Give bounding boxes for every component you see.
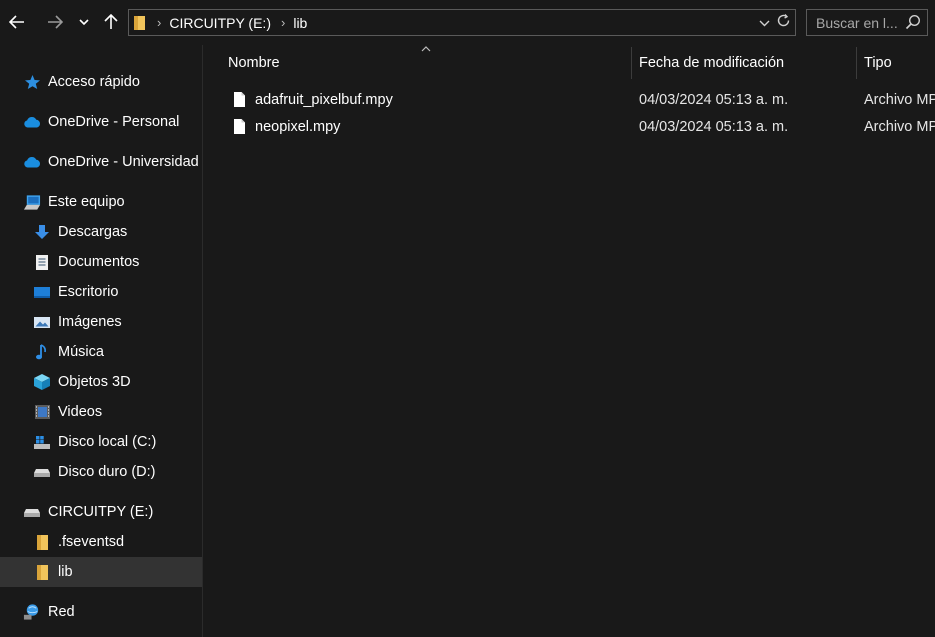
refresh-icon xyxy=(777,13,790,26)
sidebar-item-fseventsd[interactable]: .fseventsd xyxy=(0,527,202,557)
sidebar-item-label: Escritorio xyxy=(58,284,119,300)
computer-icon xyxy=(23,193,41,211)
drive-icon xyxy=(23,503,41,521)
sidebar-item-label: lib xyxy=(58,564,73,580)
address-controls xyxy=(759,10,791,35)
sidebar-item-disco-local-c[interactable]: Disco local (C:) xyxy=(0,427,202,457)
recent-locations-button[interactable] xyxy=(76,8,92,36)
windows-drive-icon xyxy=(33,433,51,451)
column-header-label: Tipo xyxy=(864,55,892,71)
table-row[interactable]: adafruit_pixelbuf.mpy 04/03/2024 05:13 a… xyxy=(203,87,935,114)
sidebar-item-imagenes[interactable]: Imágenes xyxy=(0,307,202,337)
file-list: Nombre Fecha de modificación Tipo adafru… xyxy=(203,45,935,637)
column-header-label: Nombre xyxy=(228,55,280,71)
star-icon xyxy=(23,73,41,91)
folder-icon xyxy=(134,15,147,30)
navigation-bar: › CIRCUITPY (E:) › lib xyxy=(0,0,935,45)
sidebar-item-label: OneDrive - Personal xyxy=(48,114,180,130)
column-resize-handle[interactable] xyxy=(631,47,632,79)
arrow-right-icon xyxy=(48,15,63,29)
file-type: Archivo MPY xyxy=(864,92,935,108)
sidebar-item-objetos-3d[interactable]: Objetos 3D xyxy=(0,367,202,397)
sidebar-item-label: Descargas xyxy=(58,224,128,240)
column-header-type[interactable]: Tipo xyxy=(864,45,935,81)
sidebar-item-red[interactable]: Red xyxy=(0,597,202,627)
sidebar-item-onedrive-universidad[interactable]: OneDrive - Universidad xyxy=(0,147,202,177)
file-name[interactable]: adafruit_pixelbuf.mpy xyxy=(255,92,393,108)
arrow-left-icon xyxy=(9,15,24,29)
sidebar-item-label: OneDrive - Universidad xyxy=(48,154,199,170)
sidebar-item-onedrive-personal[interactable]: OneDrive - Personal xyxy=(0,107,202,137)
music-icon xyxy=(33,343,51,361)
table-row[interactable]: neopixel.mpy 04/03/2024 05:13 a. m. Arch… xyxy=(203,114,935,141)
forward-button[interactable] xyxy=(42,8,68,36)
sidebar-item-label: Documentos xyxy=(58,254,140,270)
desktop-icon xyxy=(33,283,51,301)
sidebar-item-label: Este equipo xyxy=(48,194,125,210)
sidebar-item-label: Imágenes xyxy=(58,314,122,330)
sidebar-item-documentos[interactable]: Documentos xyxy=(0,247,202,277)
breadcrumb-separator: › xyxy=(157,15,162,30)
sidebar-item-label: .fseventsd xyxy=(58,534,125,550)
up-button[interactable] xyxy=(98,8,124,36)
folder-icon xyxy=(33,533,51,551)
sidebar-item-label: Objetos 3D xyxy=(58,374,131,390)
file-modified: 04/03/2024 05:13 a. m. xyxy=(639,92,789,108)
refresh-button[interactable] xyxy=(776,13,791,33)
sidebar-item-este-equipo[interactable]: Este equipo xyxy=(0,187,202,217)
sidebar-item-disco-duro-d[interactable]: Disco duro (D:) xyxy=(0,457,202,487)
file-icon xyxy=(234,119,245,134)
folder-icon xyxy=(33,563,51,581)
sidebar-item-acceso-rapido[interactable]: Acceso rápido xyxy=(0,67,202,97)
column-header-name[interactable]: Nombre xyxy=(228,45,628,81)
sidebar-item-escritorio[interactable]: Escritorio xyxy=(0,277,202,307)
sidebar-item-label: Música xyxy=(58,344,104,360)
arrow-up-icon xyxy=(104,14,118,29)
column-resize-handle[interactable] xyxy=(856,47,857,79)
search-icon[interactable] xyxy=(905,14,921,30)
search-input[interactable] xyxy=(816,14,904,31)
sidebar-item-lib[interactable]: lib xyxy=(0,557,202,587)
file-type: Archivo MPY xyxy=(864,119,935,135)
chevron-down-icon xyxy=(759,20,770,26)
sidebar-item-circuitpy-e[interactable]: CIRCUITPY (E:) xyxy=(0,497,202,527)
chevron-down-icon xyxy=(79,18,89,25)
navigation-pane: Acceso rápido OneDrive - Personal OneDri… xyxy=(0,45,202,637)
sidebar-item-label: CIRCUITPY (E:) xyxy=(48,504,154,520)
network-icon xyxy=(23,603,41,621)
file-modified: 04/03/2024 05:13 a. m. xyxy=(639,119,789,135)
sidebar-item-descargas[interactable]: Descargas xyxy=(0,217,202,247)
sidebar-item-label: Acceso rápido xyxy=(48,74,140,90)
drive-icon xyxy=(33,463,51,481)
sidebar-item-label: Red xyxy=(48,604,75,620)
back-button[interactable] xyxy=(4,8,30,36)
sidebar-item-label: Disco local (C:) xyxy=(58,434,157,450)
file-name[interactable]: neopixel.mpy xyxy=(255,119,340,135)
sidebar-item-label: Videos xyxy=(58,404,103,420)
cloud-icon xyxy=(23,153,41,171)
sidebar-item-label: Disco duro (D:) xyxy=(58,464,156,480)
pictures-icon xyxy=(33,313,51,331)
document-icon xyxy=(33,253,51,271)
sidebar-item-videos[interactable]: Videos xyxy=(0,397,202,427)
file-icon xyxy=(234,92,245,107)
cube-icon xyxy=(33,373,51,391)
address-dropdown-button[interactable] xyxy=(759,16,770,30)
breadcrumb-circuitpy[interactable]: CIRCUITPY (E:) xyxy=(169,15,271,31)
address-bar[interactable]: › CIRCUITPY (E:) › lib xyxy=(128,9,796,36)
breadcrumb-separator: › xyxy=(280,15,286,30)
breadcrumb-lib[interactable]: lib xyxy=(293,15,307,31)
column-header-modified[interactable]: Fecha de modificación xyxy=(639,45,853,81)
video-icon xyxy=(33,403,51,421)
column-header-label: Fecha de modificación xyxy=(639,55,785,71)
download-icon xyxy=(33,223,51,241)
sidebar-item-musica[interactable]: Música xyxy=(0,337,202,367)
cloud-icon xyxy=(23,113,41,131)
search-box[interactable] xyxy=(806,9,928,36)
